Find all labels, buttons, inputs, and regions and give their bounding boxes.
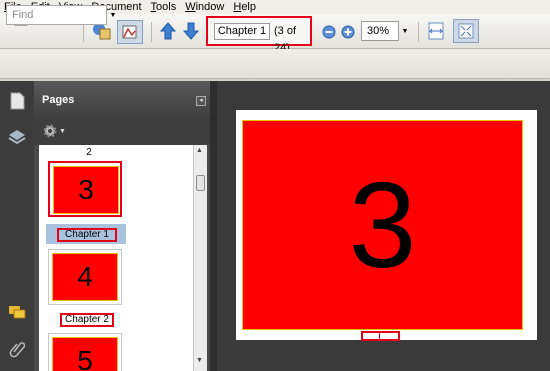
pages-panel-button[interactable] [7,91,27,111]
prev-page-icon [160,22,176,40]
layers-panel-button[interactable] [7,127,27,147]
find-dropdown-icon[interactable]: ▼ [108,5,118,25]
zoom-in-icon [341,25,355,39]
thumbnail-page-5[interactable]: 5 [48,333,122,371]
thumbnail-page-4[interactable]: 4 [48,249,122,305]
scroll-up-icon[interactable]: ▲ [196,147,203,154]
menu-window[interactable]: Window [185,0,224,14]
thumbnail-scrollbar[interactable]: ▲ ▼ [193,145,207,371]
thumbnail-content: 3 [53,166,119,214]
pages-icon [10,92,25,110]
comments-icon [9,306,26,319]
full-screen-icon [458,23,474,39]
options-button[interactable]: ▼ [42,123,66,139]
comments-panel-button[interactable] [7,303,27,323]
toolbar-separator [151,22,152,42]
previous-page-button[interactable] [158,20,178,42]
zoom-dropdown-icon[interactable]: ▼ [399,21,411,41]
select-tool-button[interactable] [117,20,143,44]
zoom-out-button[interactable] [321,21,337,43]
menu-help[interactable]: Help [233,0,256,14]
page-number-field[interactable]: Chapter 1 [214,23,270,40]
thumbnail-label-chapter-2: Chapter 2 [60,313,114,327]
page-navigation-highlight: Chapter 1 (3 of 24) [206,16,312,54]
thumbnail-content: 4 [52,253,118,301]
fit-page-button[interactable] [425,20,447,42]
select-icon [122,25,137,39]
scrollbar-thumb[interactable] [196,175,205,191]
scroll-down-icon[interactable]: ▼ [196,357,203,364]
menu-tools-label: ools [156,1,177,13]
toolbar-separator [418,22,419,42]
find-input[interactable]: Find [6,5,107,25]
next-page-icon [183,22,199,40]
find-toolbar [0,49,550,79]
pages-panel: Pages ◂ ▼ 2 3 Chapter 1 4 Chapter 2 5 [34,81,210,371]
menu-tools[interactable]: Tools [151,0,177,14]
collapse-panel-button[interactable]: ◂ [196,96,206,106]
toolbar-separator [83,22,84,42]
next-page-button[interactable] [181,20,201,42]
menu-window-label: indow [195,1,225,13]
zoom-out-icon [322,25,336,39]
gear-icon [43,124,57,138]
zoom-field[interactable]: 30% [361,21,399,41]
thumbnail-list: 2 3 Chapter 1 4 Chapter 2 5 [39,145,199,371]
page-link-highlight [361,331,400,341]
thumbnail-page-3[interactable]: 3 [48,161,122,217]
pages-panel-header: Pages ◂ [34,81,210,118]
pages-panel-title: Pages [42,94,75,106]
page-content: 3 [242,120,523,330]
navigation-rail [0,81,34,371]
menu-help-label: elp [241,1,256,13]
fit-page-icon [428,22,444,40]
pages-options-bar: ▼ [34,118,210,145]
thumbnail-page-number: 2 [86,147,92,158]
options-dropdown-icon: ▼ [59,127,66,135]
menu-window-mnemonic: W [185,1,196,13]
full-screen-button[interactable] [453,19,479,43]
panel-splitter[interactable] [210,81,217,371]
attachments-panel-button[interactable] [7,339,27,359]
zoom-in-button[interactable] [340,21,356,43]
thumbnail-label-chapter-1: Chapter 1 [57,228,117,242]
paperclip-icon [9,342,25,358]
link-divider [379,333,380,339]
layers-icon [8,130,26,145]
thumbnail-content: 5 [52,337,118,371]
